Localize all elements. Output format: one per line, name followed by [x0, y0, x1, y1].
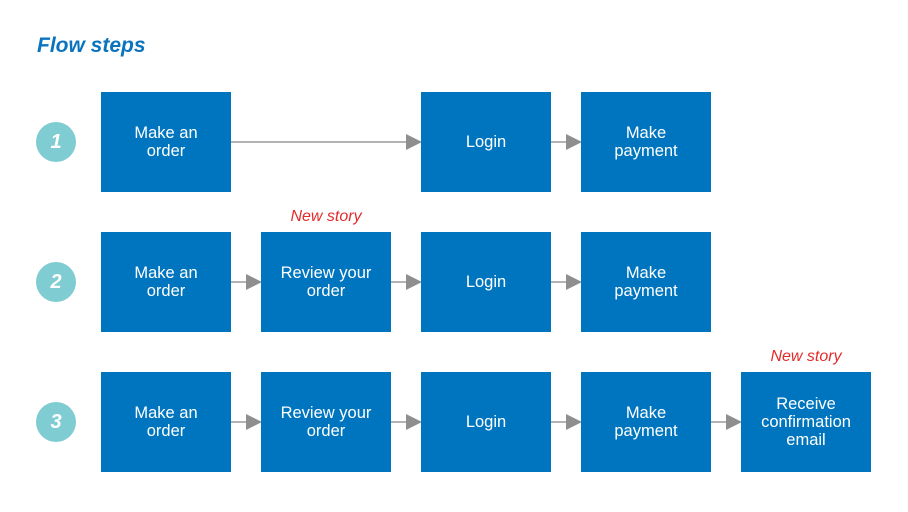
new-story-label: New story — [290, 208, 362, 225]
flow-box: Make an order — [101, 232, 231, 332]
flow-box: Login — [421, 372, 551, 472]
flow-box: Make payment — [581, 232, 711, 332]
flow-box: Review your order — [261, 372, 391, 472]
flow-box: Review your order — [261, 232, 391, 332]
flow-box: Login — [421, 232, 551, 332]
step-number-3: 3 — [36, 402, 76, 442]
flow-box: Make payment — [581, 372, 711, 472]
step-number-2: 2 — [36, 262, 76, 302]
flow-box: Make an order — [101, 92, 231, 192]
step-number-1: 1 — [36, 122, 76, 162]
flow-box: Receive confirmation email — [741, 372, 871, 472]
flow-box: Make an order — [101, 372, 231, 472]
new-story-label: New story — [770, 348, 842, 365]
flow-box: Login — [421, 92, 551, 192]
flow-box: Make payment — [581, 92, 711, 192]
